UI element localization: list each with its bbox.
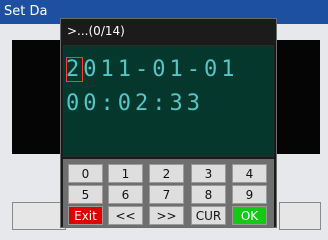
edit-cursor: 2 (66, 57, 84, 82)
key-3[interactable]: 3 (191, 164, 226, 183)
key-8[interactable]: 8 (191, 185, 226, 204)
key-0[interactable]: 0 (68, 164, 103, 183)
key-1[interactable]: 1 (108, 164, 143, 183)
key-9[interactable]: 9 (232, 185, 267, 204)
time-line: 00:02:33 (66, 91, 204, 116)
background-right-field (279, 202, 321, 230)
key-7[interactable]: 7 (149, 185, 184, 204)
key-4[interactable]: 4 (232, 164, 267, 183)
cur-button[interactable]: CUR (191, 206, 226, 225)
key-2[interactable]: 2 (149, 164, 184, 183)
keypad-dialog: >...(0/14) 2011-01-01 00:02:33 0 1 2 3 4… (60, 18, 277, 228)
background-left-field (12, 202, 66, 230)
keypad: 0 1 2 3 4 5 6 7 8 9 Exit << >> CUR OK (63, 159, 274, 227)
cursor-right-button[interactable]: >> (149, 206, 184, 225)
keypad-header: >...(0/14) (61, 19, 276, 43)
key-6[interactable]: 6 (108, 185, 143, 204)
exit-button[interactable]: Exit (68, 206, 103, 225)
ok-button[interactable]: OK (232, 206, 267, 225)
key-5[interactable]: 5 (68, 185, 103, 204)
value-display: 2011-01-01 00:02:33 (63, 45, 274, 157)
date-line: 2011-01-01 (66, 56, 238, 84)
date-value: 011-01-01 (83, 57, 239, 82)
cursor-left-button[interactable]: << (108, 206, 143, 225)
